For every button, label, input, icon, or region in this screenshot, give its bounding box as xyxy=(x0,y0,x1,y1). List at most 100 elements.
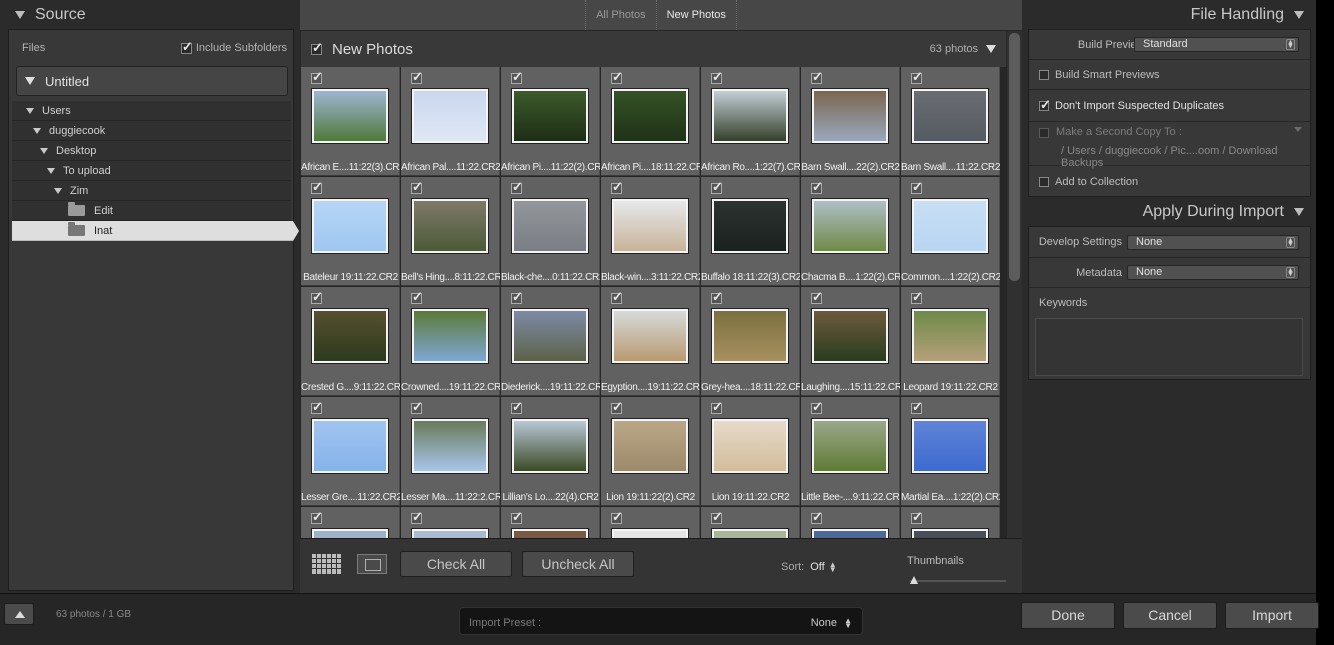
collapse-triangle-icon[interactable] xyxy=(1294,11,1304,19)
photo-include-checkbox[interactable] xyxy=(411,399,423,415)
photo-cell[interactable]: Barn Swall....22(2).CR2 xyxy=(801,67,900,176)
photo-thumbnail[interactable] xyxy=(912,199,988,253)
photo-include-checkbox[interactable] xyxy=(611,69,623,85)
photo-include-checkbox[interactable] xyxy=(511,69,523,85)
photo-cell[interactable] xyxy=(801,507,900,538)
photo-thumbnail[interactable] xyxy=(412,419,488,473)
photo-thumbnail[interactable] xyxy=(912,89,988,143)
smart-previews-checkbox[interactable] xyxy=(1039,69,1049,80)
photo-thumbnail[interactable] xyxy=(812,529,888,538)
photo-include-checkbox[interactable] xyxy=(311,69,323,85)
photo-cell[interactable]: Black-che....0:11:22.CR2 xyxy=(501,177,600,286)
metadata-select[interactable]: None ▲ ▼ xyxy=(1127,265,1299,280)
photo-thumbnail[interactable] xyxy=(312,89,388,143)
photo-include-checkbox[interactable] xyxy=(311,399,323,415)
photo-include-checkbox[interactable] xyxy=(911,509,923,525)
photo-cell[interactable]: Chacma B....1:22(2).CR2 xyxy=(801,177,900,286)
expand-triangle-icon[interactable] xyxy=(54,187,62,194)
keywords-input[interactable] xyxy=(1035,318,1303,376)
smart-previews-row[interactable]: Build Smart Previews xyxy=(1029,60,1310,90)
photo-cell[interactable]: Common....1:22(2).CR2 xyxy=(901,177,1000,286)
tab-new-photos[interactable]: New Photos xyxy=(655,0,737,30)
include-subfolders-option[interactable]: Include Subfolders xyxy=(180,39,287,55)
photo-cell[interactable]: Egyption....19:11:22.CR2 xyxy=(601,287,700,396)
folder-duggiecook[interactable]: duggiecook xyxy=(12,121,291,141)
import-preset-bar[interactable]: Import Preset : None ▲ ▼ xyxy=(459,607,863,635)
photo-include-checkbox[interactable] xyxy=(811,69,823,85)
photo-thumbnail[interactable] xyxy=(312,529,388,538)
sort-stepper-icon[interactable]: ▲ ▼ xyxy=(829,561,837,574)
photo-thumbnail[interactable] xyxy=(612,309,688,363)
photo-cell[interactable]: African Ro....1:22(7).CR2 xyxy=(701,67,800,176)
photo-include-checkbox[interactable] xyxy=(411,179,423,195)
photo-thumbnail[interactable] xyxy=(412,529,488,538)
photo-include-checkbox[interactable] xyxy=(911,399,923,415)
photo-include-checkbox[interactable] xyxy=(511,509,523,525)
photo-include-checkbox[interactable] xyxy=(511,399,523,415)
photo-cell[interactable]: Grey-hea....18:11:22.CR2 xyxy=(701,287,800,396)
photo-cell[interactable] xyxy=(601,507,700,538)
photo-cell[interactable]: Lillian's Lo....22(4).CR2 xyxy=(501,397,600,506)
photo-cell[interactable]: Diederick....19:11:22.CR2 xyxy=(501,287,600,396)
photo-cell[interactable]: Crested G....9:11:22.CR2 xyxy=(301,287,400,396)
photo-include-checkbox[interactable] xyxy=(611,399,623,415)
photo-cell[interactable]: Bateleur 19:11:22.CR2 xyxy=(301,177,400,286)
photo-cell[interactable]: Lesser Gre....11:22.CR2 xyxy=(301,397,400,506)
check-all-button[interactable]: Check All xyxy=(400,551,512,577)
photo-include-checkbox[interactable] xyxy=(611,289,623,305)
photo-thumbnail[interactable] xyxy=(812,89,888,143)
photo-thumbnail[interactable] xyxy=(812,199,888,253)
thumbnail-size-slider[interactable] xyxy=(910,580,1006,582)
photo-cell[interactable] xyxy=(501,507,600,538)
collapse-triangle-icon[interactable] xyxy=(1294,208,1304,216)
photo-cell[interactable] xyxy=(701,507,800,538)
expand-triangle-icon[interactable] xyxy=(47,167,55,174)
photo-cell[interactable]: African Pal....11:22.CR2 xyxy=(401,67,500,176)
collapse-triangle-icon[interactable] xyxy=(15,11,25,19)
build-previews-select[interactable]: Standard ▲ ▼ xyxy=(1134,37,1299,52)
expand-triangle-icon[interactable] xyxy=(26,107,34,114)
include-subfolders-checkbox[interactable] xyxy=(180,39,193,55)
photo-include-checkbox[interactable] xyxy=(311,289,323,305)
photo-thumbnail[interactable] xyxy=(312,419,388,473)
tab-all-photos[interactable]: All Photos xyxy=(585,0,656,30)
photo-cell[interactable]: Laughing....15:11:22.CR2 xyxy=(801,287,900,396)
collapse-panel-button[interactable] xyxy=(4,603,34,625)
photo-cell[interactable]: Black-win....3:11:22.CR2 xyxy=(601,177,700,286)
photo-cell[interactable]: Lion 19:11:22(2).CR2 xyxy=(601,397,700,506)
photo-include-checkbox[interactable] xyxy=(711,69,723,85)
photo-thumbnail[interactable] xyxy=(412,89,488,143)
photo-cell[interactable]: African Pi....11:22(2).CR2 xyxy=(501,67,600,176)
photo-thumbnail[interactable] xyxy=(912,419,988,473)
photo-thumbnail[interactable] xyxy=(512,419,588,473)
photo-thumbnail[interactable] xyxy=(612,199,688,253)
photo-cell[interactable]: African E....11:22(3).CR2 xyxy=(301,67,400,176)
photo-include-checkbox[interactable] xyxy=(411,69,423,85)
photo-thumbnail[interactable] xyxy=(812,309,888,363)
photo-include-checkbox[interactable] xyxy=(911,289,923,305)
photo-include-checkbox[interactable] xyxy=(811,509,823,525)
photo-thumbnail[interactable] xyxy=(512,309,588,363)
folder-inat[interactable]: Inat xyxy=(12,221,299,241)
folder-edit[interactable]: Edit xyxy=(12,201,291,221)
photo-include-checkbox[interactable] xyxy=(511,289,523,305)
scrollbar-thumb[interactable] xyxy=(1009,33,1020,281)
photo-include-checkbox[interactable] xyxy=(911,179,923,195)
photo-thumbnail[interactable] xyxy=(512,199,588,253)
photo-include-checkbox[interactable] xyxy=(711,509,723,525)
second-copy-dropdown-icon[interactable] xyxy=(1294,127,1302,132)
photo-include-checkbox[interactable] xyxy=(811,179,823,195)
no-duplicates-row[interactable]: Don't Import Suspected Duplicates xyxy=(1029,90,1310,122)
cancel-button[interactable]: Cancel xyxy=(1123,602,1217,629)
grid-view-icon[interactable] xyxy=(312,554,342,574)
sort-control[interactable]: Sort: Off ▲ ▼ xyxy=(781,561,837,574)
expand-triangle-icon[interactable] xyxy=(33,127,41,134)
no-duplicates-checkbox[interactable] xyxy=(1039,97,1051,113)
import-preset-select[interactable]: None ▲ ▼ xyxy=(811,617,852,630)
folder-users[interactable]: Users xyxy=(12,101,291,121)
photo-cell[interactable] xyxy=(301,507,400,538)
photo-include-checkbox[interactable] xyxy=(711,179,723,195)
photo-include-checkbox[interactable] xyxy=(411,509,423,525)
photo-thumbnail[interactable] xyxy=(912,309,988,363)
photo-thumbnail[interactable] xyxy=(712,419,788,473)
